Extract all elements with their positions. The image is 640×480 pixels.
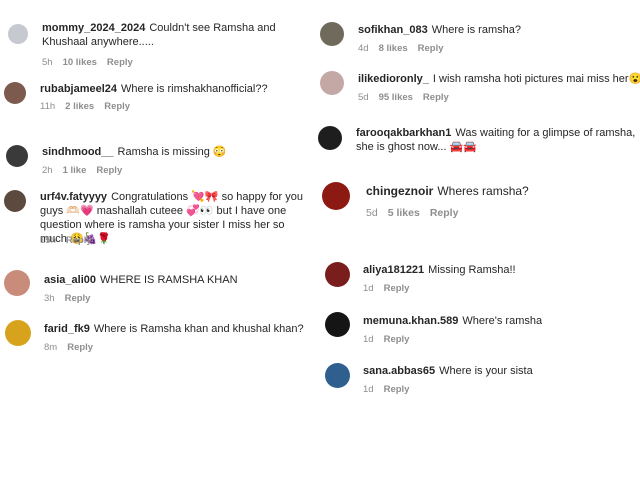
username[interactable]: farid_fk9 — [44, 323, 90, 335]
likes-count[interactable]: 2 likes — [65, 101, 94, 112]
comment-body: rubabjameel24 Where is rimshakhanofficial… — [40, 82, 310, 96]
likes-count[interactable]: 95 likes — [379, 92, 413, 103]
avatar[interactable] — [8, 24, 28, 44]
comment-body: sindhmood__ Ramsha is missing 😳 — [42, 145, 312, 159]
comment-body: sana.abbas65 Where is your sista — [363, 364, 633, 378]
timestamp: 1d — [363, 384, 374, 395]
reply-button[interactable]: Reply — [107, 57, 133, 68]
timestamp: 1d — [363, 283, 374, 294]
avatar[interactable] — [4, 270, 30, 296]
comment-body: chingeznoir Wheres ramsha? — [366, 184, 636, 198]
comment-text: Where is ramsha? — [431, 24, 521, 36]
comment-meta: 5d 95 likes Reply — [358, 92, 459, 103]
comment-text: Where is your sista — [439, 365, 533, 377]
comment-meta: 5h 10 likes Reply — [42, 57, 143, 68]
username[interactable]: chingeznoir — [366, 184, 433, 198]
username[interactable]: mommy_2024_2024 — [42, 22, 145, 34]
username[interactable]: farooqakbarkhan1 — [356, 127, 451, 139]
comment-body: sofikhan_083 Where is ramsha? — [358, 23, 628, 37]
reply-button[interactable]: Reply — [418, 43, 444, 54]
username[interactable]: sana.abbas65 — [363, 365, 435, 377]
username[interactable]: memuna.khan.589 — [363, 315, 458, 327]
reply-button[interactable]: Reply — [384, 283, 410, 294]
username[interactable]: sofikhan_083 — [358, 24, 428, 36]
comment-meta: 11h 2 likes Reply — [40, 101, 140, 112]
timestamp: 5h — [42, 57, 53, 68]
likes-count[interactable]: 10 likes — [63, 57, 97, 68]
reply-button[interactable]: Reply — [96, 165, 122, 176]
avatar[interactable] — [325, 363, 350, 388]
timestamp: 15h — [40, 235, 56, 246]
timestamp: 2h — [42, 165, 53, 176]
comment-text: Where is rimshakhanofficial?? — [121, 83, 268, 95]
avatar[interactable] — [318, 126, 342, 150]
avatar[interactable] — [6, 145, 28, 167]
comment-meta: 3h Reply — [44, 293, 100, 304]
reply-button[interactable]: Reply — [104, 101, 130, 112]
comment-body: asia_ali00 WHERE IS RAMSHA KHAN — [44, 273, 314, 287]
reply-button[interactable]: Reply — [384, 384, 410, 395]
reply-button[interactable]: Reply — [423, 92, 449, 103]
comment-text: Where is Ramsha khan and khushal khan? — [93, 323, 304, 335]
comment-meta: 8m Reply — [44, 342, 103, 353]
likes-count[interactable]: 5 likes — [388, 207, 420, 219]
avatar[interactable] — [322, 182, 350, 210]
comment-text: Where's ramsha — [462, 315, 543, 327]
comment-text: Missing Ramsha!! — [428, 264, 516, 276]
reply-button[interactable]: Reply — [67, 342, 93, 353]
comment-meta: 1d Reply — [363, 283, 419, 294]
timestamp: 5d — [366, 207, 378, 219]
timestamp: 3h — [44, 293, 55, 304]
avatar[interactable] — [320, 22, 344, 46]
username[interactable]: urf4v.fatyyyy — [40, 191, 107, 203]
timestamp: 4d — [358, 43, 369, 54]
username[interactable]: asia_ali00 — [44, 274, 96, 286]
comment-meta: 1d Reply — [363, 384, 419, 395]
comment-body: mommy_2024_2024 Couldn't see Ramsha and K… — [42, 21, 312, 49]
comment-body: farid_fk9 Where is Ramsha khan and khusha… — [44, 322, 314, 336]
comment-body: farooqakbarkhan1 Was waiting for a glimps… — [356, 126, 638, 154]
reply-button[interactable]: Reply — [384, 334, 410, 345]
reply-button[interactable]: Reply — [66, 235, 92, 246]
comment-body: memuna.khan.589 Where's ramsha — [363, 314, 633, 328]
username[interactable]: sindhmood__ — [42, 146, 114, 158]
comment-meta: 2h 1 like Reply — [42, 165, 132, 176]
avatar[interactable] — [320, 71, 344, 95]
avatar[interactable] — [325, 312, 350, 337]
comment-text: Ramsha is missing 😳 — [117, 146, 227, 158]
comment-text: I wish ramsha hoti pictures mai miss her… — [432, 73, 640, 85]
timestamp: 11h — [40, 101, 56, 112]
avatar[interactable] — [4, 82, 26, 104]
avatar[interactable] — [4, 190, 26, 212]
comment-meta: 5d 5 likes Reply — [366, 207, 468, 219]
likes-count[interactable]: 1 like — [63, 165, 87, 176]
reply-button[interactable]: Reply — [65, 293, 91, 304]
username[interactable]: rubabjameel24 — [40, 83, 117, 95]
comment-body: ilikedioronly_ I wish ramsha hoti picture… — [358, 72, 640, 86]
comment-text: Wheres ramsha? — [437, 184, 529, 198]
comment-meta: 15h Reply — [40, 235, 102, 246]
username[interactable]: ilikedioronly_ — [358, 73, 429, 85]
avatar[interactable] — [325, 262, 350, 287]
reply-button[interactable]: Reply — [430, 207, 459, 219]
comment-meta: 1d Reply — [363, 334, 419, 345]
avatar[interactable] — [5, 320, 31, 346]
comment-body: aliya181221 Missing Ramsha!! — [363, 263, 633, 277]
comment-text: WHERE IS RAMSHA KHAN — [100, 274, 238, 286]
comment-meta: 4d 8 likes Reply — [358, 43, 454, 54]
timestamp: 5d — [358, 92, 369, 103]
timestamp: 8m — [44, 342, 58, 353]
timestamp: 1d — [363, 334, 374, 345]
likes-count[interactable]: 8 likes — [379, 43, 408, 54]
username[interactable]: aliya181221 — [363, 264, 424, 276]
